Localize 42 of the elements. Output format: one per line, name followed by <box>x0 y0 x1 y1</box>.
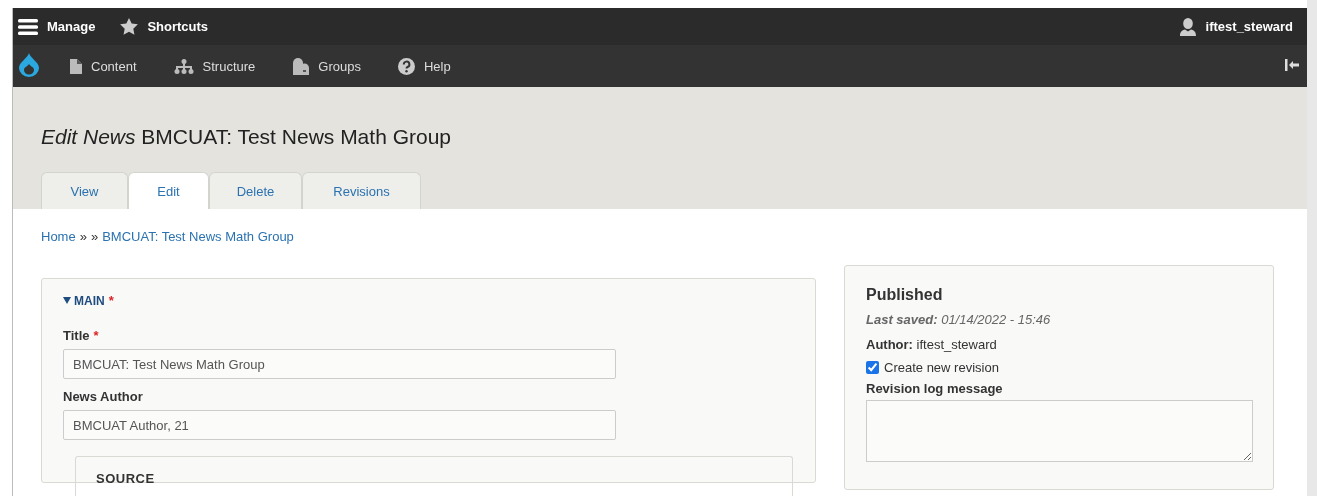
collapse-icon[interactable] <box>1285 58 1299 71</box>
menu-icon <box>18 18 38 35</box>
required-mark: * <box>93 328 99 343</box>
toolbar-tab[interactable]: Manage <box>13 8 116 45</box>
checkbox-label[interactable]: Create new revision <box>884 360 999 375</box>
page-title: Edit News BMCUAT: Test News Math Group <box>41 125 452 149</box>
hierarchy-icon <box>173 58 194 74</box>
last-saved-text: Last saved: 01/14/2022 - 15:46 <box>866 312 1052 327</box>
user-menu[interactable]: iftest_steward <box>1173 8 1307 45</box>
star-icon <box>120 18 139 35</box>
text-field[interactable]: BMCUAT Author, 21 <box>63 410 616 440</box>
tab[interactable]: Revisions <box>302 172 421 209</box>
field-label: Revision log message <box>866 381 1004 396</box>
page-icon <box>70 58 82 74</box>
breadcrumb-separator: » <box>79 229 87 244</box>
tab[interactable]: View <box>41 172 128 209</box>
section-toggle[interactable]: MAIN <box>63 293 105 308</box>
checkbox[interactable] <box>866 361 879 374</box>
scrollbar[interactable] <box>1307 0 1317 496</box>
breadcrumb-separator: » <box>90 229 99 244</box>
toolbar-menu-item[interactable]: Groups <box>286 56 367 76</box>
caret-icon <box>63 297 71 304</box>
toolbar-menu-item[interactable]: Help <box>391 56 457 76</box>
field-label: Title <box>63 328 90 343</box>
log-message-field[interactable] <box>866 400 1253 462</box>
tab[interactable]: Edit <box>128 172 209 209</box>
breadcrumb-link[interactable]: Home <box>41 229 76 244</box>
toolbar-tab[interactable]: Shortcuts <box>115 8 229 45</box>
groups-icon <box>292 57 310 75</box>
status-title: Published <box>866 286 944 304</box>
toolbar-menu-item[interactable]: Structure <box>167 57 262 75</box>
required-mark: * <box>108 293 114 308</box>
help-icon <box>397 57 415 75</box>
text-field[interactable]: BMCUAT: Test News Math Group <box>63 349 616 379</box>
author-text: Author: iftest_steward <box>866 337 998 352</box>
breadcrumb-link[interactable]: BMCUAT: Test News Math Group <box>102 229 294 244</box>
user-icon <box>1179 17 1196 36</box>
tab[interactable]: Delete <box>209 172 302 209</box>
section-title: SOURCE <box>96 471 155 486</box>
field-label: News Author <box>63 389 143 404</box>
toolbar-menu-item[interactable]: Content <box>64 57 143 75</box>
drop-logo[interactable] <box>19 52 39 77</box>
